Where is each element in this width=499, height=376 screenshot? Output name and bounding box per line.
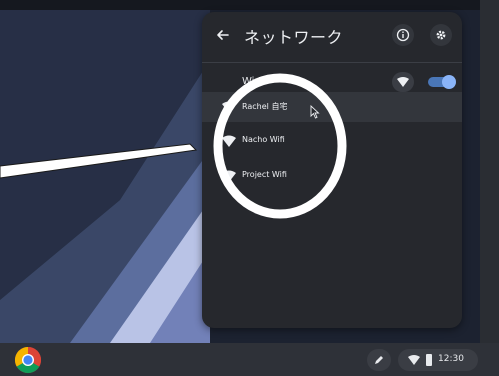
panel-title: ネットワーク <box>244 28 344 47</box>
panel-header: ネットワーク <box>202 12 462 58</box>
back-arrow-icon <box>217 30 229 40</box>
back-button[interactable] <box>212 24 234 46</box>
wifi-icon <box>222 170 236 182</box>
info-icon <box>396 28 410 42</box>
wifi-label: Wi-Fi <box>242 76 266 87</box>
chrome-icon[interactable] <box>14 346 42 374</box>
info-button[interactable] <box>392 24 414 46</box>
network-item-rachel[interactable]: Rachel 自宅 <box>202 92 462 122</box>
wifi-icon <box>397 77 409 87</box>
header-divider <box>202 62 462 63</box>
mouse-cursor-icon <box>310 105 320 119</box>
battery-icon <box>426 354 432 366</box>
network-name: Project Wifi <box>242 170 287 179</box>
clock-time: 12:30 <box>438 354 464 364</box>
settings-button[interactable] <box>430 24 452 46</box>
network-name: Rachel 自宅 <box>242 102 288 111</box>
status-tray[interactable]: 12:30 <box>398 349 478 371</box>
wifi-icon-button[interactable] <box>392 72 414 92</box>
network-panel: ネットワーク Wi-Fi Rachel 自宅 Nacho Wifi Projec… <box>202 12 462 328</box>
wifi-icon <box>222 135 236 147</box>
stylus-button[interactable] <box>367 349 391 371</box>
gear-icon <box>436 30 446 40</box>
stylus-icon <box>375 356 383 364</box>
wifi-toggle[interactable] <box>428 75 456 89</box>
network-name: Nacho Wifi <box>242 135 285 144</box>
network-item-nacho[interactable]: Nacho Wifi <box>202 126 462 156</box>
screen-edge <box>480 0 499 343</box>
wifi-icon <box>408 355 420 365</box>
network-item-project[interactable]: Project Wifi <box>202 161 462 191</box>
toggle-knob <box>442 75 456 89</box>
screen: ネットワーク Wi-Fi Rachel 自宅 Nacho Wifi Projec… <box>0 0 499 376</box>
wifi-icon <box>222 101 236 113</box>
